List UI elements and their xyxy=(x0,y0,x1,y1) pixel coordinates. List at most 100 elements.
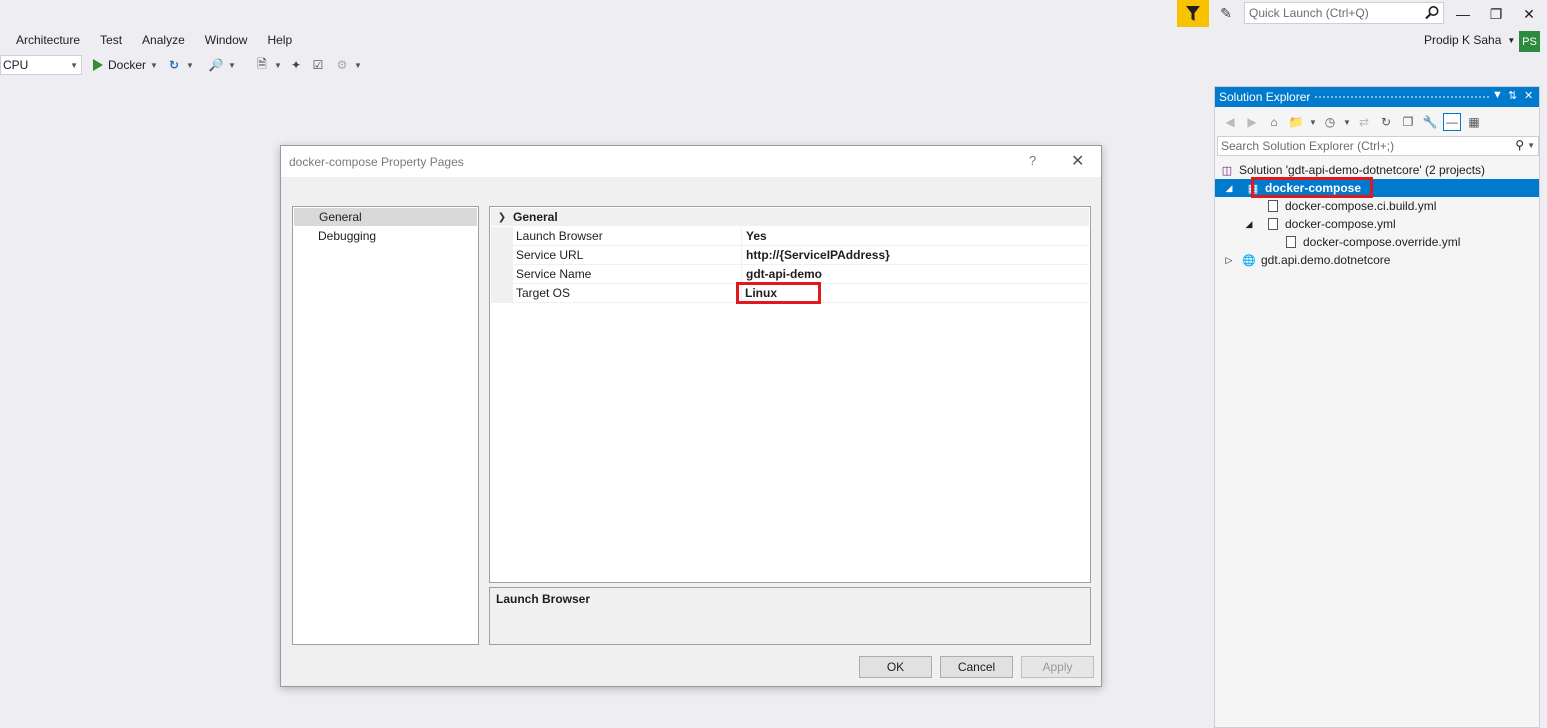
restore-button[interactable]: ❐ xyxy=(1479,0,1513,28)
find-button[interactable]: 🔎 ▼ xyxy=(208,55,236,75)
run-target-label: Docker xyxy=(108,58,147,72)
property-name: Launch Browser xyxy=(513,227,742,245)
refresh-button[interactable]: ↻ ▼ xyxy=(166,55,194,75)
cancel-button[interactable]: Cancel xyxy=(940,656,1013,678)
preview-icon[interactable]: — xyxy=(1443,113,1461,131)
tree-item-label: docker-compose.yml xyxy=(1285,217,1396,231)
attach-icon: ⚙ xyxy=(336,58,348,72)
collapse-all-icon[interactable]: ❐ xyxy=(1399,113,1417,131)
chevron-down-icon: ❯ xyxy=(497,211,507,223)
tree-item-override[interactable]: docker-compose.override.yml xyxy=(1215,233,1539,251)
home-icon[interactable]: ⌂ xyxy=(1265,113,1283,131)
user-name: Prodip K Saha xyxy=(1424,33,1502,47)
solution-explorer-search-input[interactable]: Search Solution Explorer (Ctrl+;) ⚲ ▼ xyxy=(1217,136,1539,156)
forward-icon[interactable]: ▶ xyxy=(1243,113,1261,131)
chevron-down-icon: ▼ xyxy=(1492,89,1503,101)
chevron-down-icon: ▼ xyxy=(354,60,362,70)
checkin-button[interactable]: ☑ xyxy=(310,55,326,75)
solution-icon: ◫ xyxy=(1221,164,1233,177)
play-icon xyxy=(93,59,103,71)
property-pages-dialog: docker-compose Property Pages ? ✕ Genera… xyxy=(280,145,1102,687)
solution-explorer-title-bar: Solution Explorer ▼ ⇅ ✕ xyxy=(1215,87,1539,107)
user-account[interactable]: Prodip K Saha ▼ xyxy=(1424,33,1515,47)
feedback-icon: ✎ xyxy=(1220,5,1232,21)
back-icon[interactable]: ◀ xyxy=(1221,113,1239,131)
expanded-arrow-icon: ◢ xyxy=(1225,182,1233,193)
file-icon xyxy=(1265,216,1281,232)
property-row-service-url[interactable]: Service URL http://{ServiceIPAddress} xyxy=(491,246,1089,265)
bookmark-button[interactable]: ✦ xyxy=(288,55,304,75)
property-row-launch-browser[interactable]: Launch Browser Yes xyxy=(491,227,1089,246)
pending-changes-icon[interactable]: ◷ xyxy=(1321,113,1339,131)
property-name: Service URL xyxy=(513,246,742,264)
dialog-title: docker-compose Property Pages xyxy=(289,155,464,169)
document-icon: 🗎 xyxy=(257,56,267,71)
property-row-target-os[interactable]: Target OS Linux xyxy=(491,282,1089,304)
property-value[interactable]: http://{ServiceIPAddress} xyxy=(742,246,890,264)
property-value[interactable]: gdt-api-demo xyxy=(742,265,822,283)
class-diagram-icon[interactable]: ▦ xyxy=(1465,113,1483,131)
find-icon: 🔎 xyxy=(208,58,224,72)
menu-bar: Architecture Test Analyze Window Help xyxy=(6,31,302,49)
quick-launch-input[interactable]: Quick Launch (Ctrl+Q) xyxy=(1244,2,1444,24)
tree-item-dotnetcore-project[interactable]: ▷ 🌐 gdt.api.demo.dotnetcore xyxy=(1215,251,1539,269)
filter-button[interactable] xyxy=(1177,0,1209,27)
tree-item-ci-build[interactable]: docker-compose.ci.build.yml xyxy=(1215,197,1539,215)
document-button[interactable]: 🗎 ▼ xyxy=(254,55,282,75)
run-docker-button[interactable]: Docker ▼ xyxy=(92,55,158,75)
menu-window[interactable]: Window xyxy=(195,31,258,49)
nav-item-debugging[interactable]: Debugging xyxy=(293,227,478,245)
menu-test[interactable]: Test xyxy=(90,31,132,49)
switch-views-icon[interactable]: 📁 xyxy=(1287,113,1305,131)
chevron-down-icon[interactable]: ▼ xyxy=(1343,113,1351,131)
property-name: Target OS xyxy=(513,284,742,302)
platform-select[interactable]: CPU ▼ xyxy=(0,55,82,75)
restore-icon: ❐ xyxy=(1489,5,1503,22)
refresh-icon[interactable]: ↻ xyxy=(1377,113,1395,131)
checkin-icon: ☑ xyxy=(312,58,324,72)
collapsed-arrow-icon: ▷ xyxy=(1225,254,1233,265)
feedback-button[interactable]: ✎ xyxy=(1212,0,1240,27)
grid-section-general[interactable]: ❯ General xyxy=(491,208,1089,226)
panel-title: Solution Explorer xyxy=(1219,90,1311,104)
close-dialog-button[interactable]: ✕ xyxy=(1071,151,1084,171)
web-project-icon: 🌐 xyxy=(1242,254,1256,267)
file-icon xyxy=(1265,198,1281,214)
solution-explorer-toolbar: ◀ ▶ ⌂ 📁 ▼ ◷ ▼ ⇄ ↻ ❐ 🔧 — ▦ xyxy=(1215,109,1539,135)
expanded-arrow-icon: ◢ xyxy=(1245,218,1253,229)
property-value-highlighted[interactable]: Linux xyxy=(736,282,821,304)
tree-item-docker-compose[interactable]: ◢ ▦ docker-compose xyxy=(1215,177,1539,198)
dialog-title-bar: docker-compose Property Pages ? ✕ xyxy=(281,146,1101,177)
chevron-down-icon[interactable]: ▼ xyxy=(1309,113,1317,131)
avatar[interactable]: PS xyxy=(1519,31,1540,52)
menu-analyze[interactable]: Analyze xyxy=(132,31,195,49)
ok-button[interactable]: OK xyxy=(859,656,932,678)
close-panel-button[interactable]: ✕ xyxy=(1524,89,1533,102)
section-label: General xyxy=(513,210,558,224)
panel-options-button[interactable]: ▼ xyxy=(1492,89,1503,101)
apply-button[interactable]: Apply xyxy=(1021,656,1094,678)
pin-button[interactable]: ⇅ xyxy=(1508,89,1517,102)
attach-button[interactable]: ⚙ ▼ xyxy=(334,55,362,75)
tree-item-compose-yml[interactable]: ◢ docker-compose.yml xyxy=(1215,215,1539,233)
chevron-down-icon: ▼ xyxy=(1527,141,1535,150)
sync-icon[interactable]: ⇄ xyxy=(1355,113,1373,131)
tree-item-label: docker-compose.ci.build.yml xyxy=(1285,199,1437,213)
nav-item-general[interactable]: General xyxy=(294,208,477,226)
property-value[interactable]: Yes xyxy=(742,227,767,245)
chevron-down-icon: ▼ xyxy=(228,60,236,70)
solution-explorer-panel: Solution Explorer ▼ ⇅ ✕ ◀ ▶ ⌂ 📁 ▼ ◷ ▼ ⇄ … xyxy=(1214,86,1540,728)
filter-icon xyxy=(1186,5,1200,21)
menu-help[interactable]: Help xyxy=(257,31,302,49)
file-icon xyxy=(1283,234,1299,250)
minimize-button[interactable]: — xyxy=(1446,0,1480,28)
search-placeholder: Search Solution Explorer (Ctrl+;) xyxy=(1221,139,1395,153)
highlight-box xyxy=(1251,177,1373,198)
close-window-button[interactable]: ✕ xyxy=(1512,0,1546,28)
menu-architecture[interactable]: Architecture xyxy=(6,31,90,49)
solution-tree: ◫ Solution 'gdt-api-demo-dotnetcore' (2 … xyxy=(1215,161,1539,269)
chevron-down-icon: ▼ xyxy=(1507,35,1516,45)
properties-icon[interactable]: 🔧 xyxy=(1421,113,1439,131)
chevron-down-icon: ▼ xyxy=(150,60,158,70)
help-button[interactable]: ? xyxy=(1029,153,1036,168)
